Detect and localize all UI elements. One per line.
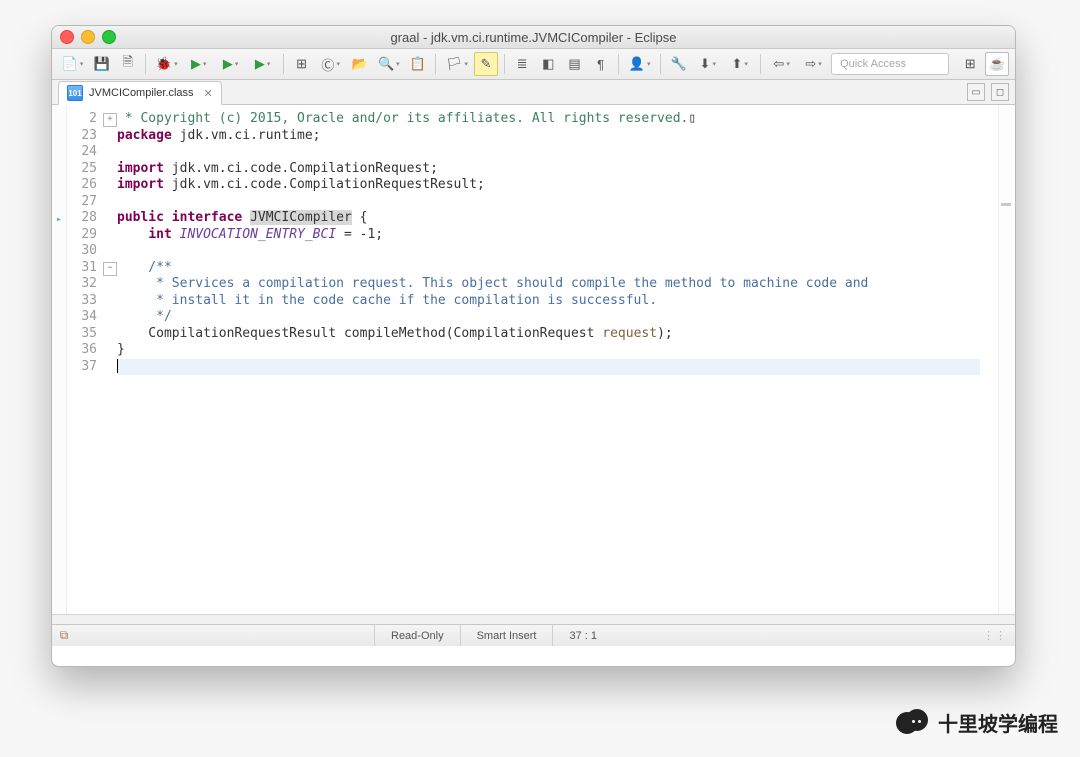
status-bar: ⧉ Read-Only Smart Insert 37 : 1 ⋮⋮: [52, 624, 1015, 646]
code-line[interactable]: /**: [117, 260, 998, 277]
titlebar: graal - jdk.vm.ci.runtime.JVMCICompiler …: [52, 26, 1015, 49]
code-line[interactable]: import jdk.vm.ci.code.CompilationRequest…: [117, 161, 998, 178]
save-all-button[interactable]: 🗎: [116, 52, 139, 76]
quick-access-input[interactable]: Quick Access: [831, 53, 949, 75]
filter-button[interactable]: 🏳▾: [442, 52, 471, 76]
minimize-window-button[interactable]: [81, 30, 95, 44]
open-type-button[interactable]: 📂: [348, 52, 371, 76]
commit-button[interactable]: ⬆▾: [725, 52, 754, 76]
line-number: 26: [81, 177, 97, 194]
line-number: 32: [81, 276, 97, 293]
line-number: 28: [81, 210, 97, 227]
status-insert: Smart Insert: [460, 625, 553, 646]
code-line[interactable]: }: [117, 342, 998, 359]
run-last-button[interactable]: ▶▾: [248, 52, 277, 76]
debug-button[interactable]: 🐞▾: [152, 52, 181, 76]
watermark-text: 十里坡学编程: [938, 708, 1058, 737]
code-line[interactable]: [117, 359, 998, 376]
watermark: 十里坡学编程: [896, 708, 1058, 737]
back-button[interactable]: ⇦▾: [767, 52, 796, 76]
line-number: 37: [81, 359, 97, 376]
code-line[interactable]: package jdk.vm.ci.runtime;: [117, 128, 998, 145]
sync-button[interactable]: ⬇▾: [693, 52, 722, 76]
view-sash[interactable]: [52, 614, 1015, 624]
code-line[interactable]: * Services a compilation request. This o…: [117, 276, 998, 293]
main-toolbar: 📄▾ 💾 🗎 🐞▾ ▶▾ ▶▾ ▶▾ ⊞ Ⓒ▾ 📂 🔍▾ 📋 🏳▾ ✎ ≣ ◧ …: [52, 49, 1015, 80]
code-line[interactable]: CompilationRequestResult compileMethod(C…: [117, 326, 998, 343]
window-controls: [60, 30, 116, 44]
line-number: 27: [81, 194, 97, 211]
code-line[interactable]: int INVOCATION_ENTRY_BCI = -1;: [117, 227, 998, 244]
line-number: 2: [89, 111, 97, 128]
show-whitespace-button[interactable]: ¶: [589, 52, 612, 76]
editor-tab[interactable]: 101 JVMCICompiler.class ✕: [58, 81, 222, 105]
code-line[interactable]: public interface JVMCICompiler {: [117, 210, 998, 227]
editor-tab-label: JVMCICompiler.class: [89, 87, 194, 99]
annotation-marker[interactable]: ▸: [53, 212, 65, 224]
overview-ruler[interactable]: [998, 105, 1015, 614]
line-number: 29: [81, 227, 97, 244]
status-mode: Read-Only: [374, 625, 460, 646]
user-button[interactable]: 👤▾: [625, 52, 654, 76]
editor-tab-strip: 101 JVMCICompiler.class ✕ ▭ ◻: [52, 80, 1015, 105]
minimize-view-icon[interactable]: ▭: [967, 83, 985, 101]
line-number: 24: [81, 144, 97, 161]
eclipse-window: graal - jdk.vm.ci.runtime.JVMCICompiler …: [51, 25, 1016, 667]
open-perspective-button[interactable]: ⊞: [958, 52, 982, 76]
line-number: 31: [81, 260, 97, 277]
line-number: 25: [81, 161, 97, 178]
zoom-window-button[interactable]: [102, 30, 116, 44]
search-button[interactable]: 🔍▾: [374, 52, 403, 76]
code-line[interactable]: * install it in the code cache if the co…: [117, 293, 998, 310]
line-number: 33: [81, 293, 97, 310]
toggle-mark-button[interactable]: ◧: [537, 52, 560, 76]
line-number: 35: [81, 326, 97, 343]
new-class-button[interactable]: Ⓒ▾: [316, 52, 345, 76]
code-line[interactable]: * Copyright (c) 2015, Oracle and/or its …: [117, 111, 998, 128]
toggle-breadcrumb-button[interactable]: ≣: [511, 52, 534, 76]
coverage-button[interactable]: ▶▾: [216, 52, 245, 76]
task-button[interactable]: 📋: [406, 52, 429, 76]
forward-button[interactable]: ⇨▾: [799, 52, 828, 76]
fold-expand-icon[interactable]: +: [103, 113, 117, 127]
new-button[interactable]: 📄▾: [58, 52, 87, 76]
fold-collapse-icon[interactable]: −: [103, 262, 117, 276]
maximize-view-icon[interactable]: ◻: [991, 83, 1009, 101]
code-line[interactable]: */: [117, 309, 998, 326]
run-button[interactable]: ▶▾: [184, 52, 213, 76]
java-perspective-button[interactable]: ☕: [985, 52, 1009, 76]
line-number: 34: [81, 309, 97, 326]
grip-icon: ⋮⋮: [983, 629, 1015, 642]
line-number: 30: [81, 243, 97, 260]
line-number: 36: [81, 342, 97, 359]
class-file-icon: 101: [67, 85, 83, 101]
text-caret: [117, 359, 118, 373]
save-button[interactable]: 💾: [90, 52, 113, 76]
new-package-button[interactable]: ⊞: [290, 52, 313, 76]
pin-button[interactable]: 🔧: [667, 52, 690, 76]
line-number: 23: [81, 128, 97, 145]
window-title: graal - jdk.vm.ci.runtime.JVMCICompiler …: [52, 30, 1015, 45]
close-window-button[interactable]: [60, 30, 74, 44]
status-cursor-pos: 37 : 1: [552, 625, 613, 646]
code-line[interactable]: import jdk.vm.ci.code.CompilationRequest…: [117, 177, 998, 194]
close-tab-icon[interactable]: ✕: [204, 87, 213, 100]
code-editor[interactable]: ▸ 2232425262728293031323334353637 + − * C…: [52, 105, 1015, 614]
rss-icon[interactable]: ⧉: [54, 628, 74, 643]
toggle-block-button[interactable]: ▤: [563, 52, 586, 76]
wechat-icon: [896, 709, 930, 737]
highlight-button[interactable]: ✎: [474, 52, 497, 76]
